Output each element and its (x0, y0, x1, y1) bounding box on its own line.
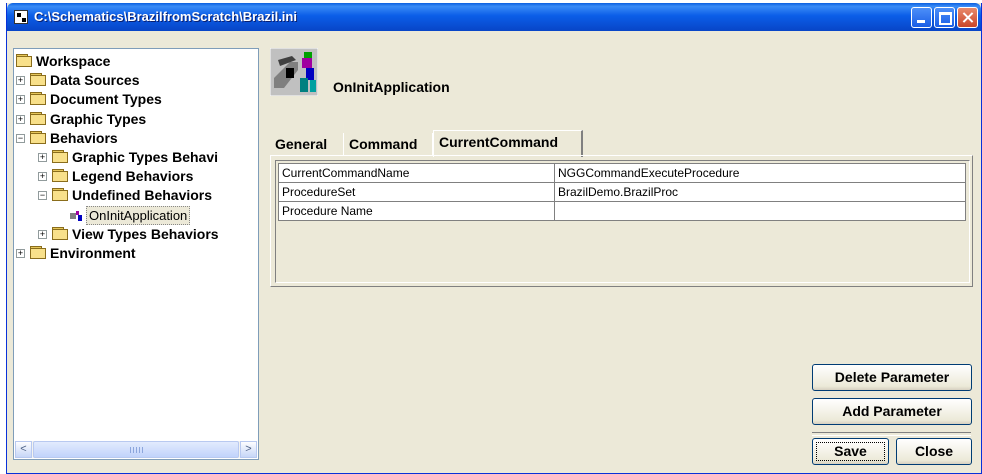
tree-node[interactable]: + Graphic Types Behavi (14, 148, 258, 167)
open-folder-icon (30, 130, 46, 144)
save-button[interactable]: Save (812, 438, 889, 465)
tree-node-label: Behaviors (50, 129, 118, 146)
tree-node[interactable]: OnInitApplication (14, 205, 258, 225)
object-name: OnInitApplication (333, 79, 450, 95)
expand-icon[interactable]: + (38, 172, 47, 182)
property-value-field[interactable]: NGGCommandExecuteProcedure (554, 163, 966, 183)
tab-command[interactable]: Command (344, 133, 433, 156)
current-command-panel: CurrentCommandName NGGCommandExecuteProce… (270, 155, 973, 287)
tree-node[interactable]: + Data Sources (14, 71, 258, 90)
maximize-button[interactable] (934, 7, 955, 28)
property-value-field[interactable] (554, 201, 966, 221)
minimize-button[interactable] (911, 7, 932, 28)
collapse-icon[interactable]: − (38, 191, 47, 201)
property-key: ProcedureSet (278, 182, 555, 202)
window-title: C:\Schematics\BrazilfromScratch\Brazil.i… (34, 9, 297, 24)
scroll-thumb[interactable] (33, 441, 239, 458)
tree-node[interactable]: + Legend Behaviors (14, 167, 258, 186)
scroll-grip (130, 447, 144, 453)
behavior-icon (70, 209, 84, 221)
property-table: CurrentCommandName NGGCommandExecuteProce… (278, 163, 966, 221)
tree-node-label: View Types Behaviors (72, 225, 219, 242)
expand-icon[interactable]: + (16, 114, 25, 124)
tree-node-label: Workspace (36, 53, 111, 69)
tree-node-label: Legend Behaviors (72, 168, 194, 185)
tree-node[interactable]: Workspace (14, 52, 258, 71)
tree-node[interactable]: − Behaviors (14, 129, 258, 148)
tab-general[interactable]: General (270, 133, 344, 156)
tree-node-label: Graphic Types Behavi (72, 149, 219, 165)
tree-node[interactable]: + View Types Behaviors (14, 225, 258, 244)
button-separator (812, 432, 971, 436)
expand-icon[interactable]: + (38, 153, 47, 162)
workspace-tree[interactable]: Workspace + Data Sources + Document Types + Gr… (13, 48, 259, 460)
folder-icon (52, 169, 68, 183)
folder-icon (30, 92, 46, 106)
expand-icon[interactable]: + (38, 229, 47, 239)
folder-icon (52, 150, 68, 163)
collapse-icon[interactable]: − (16, 133, 25, 143)
close-window-button[interactable] (957, 7, 978, 28)
tree-node-label: OnInitApplication (86, 205, 191, 225)
tree-node-label: Environment (50, 245, 136, 261)
tab-currentcommand[interactable]: CurrentCommand (433, 130, 583, 157)
expand-icon[interactable]: + (16, 76, 25, 86)
scroll-left-button[interactable]: < (15, 441, 32, 458)
close-button[interactable]: Close (896, 438, 972, 465)
folder-icon (30, 73, 46, 87)
property-value-field[interactable]: BrazilDemo.BrazilProc (554, 182, 966, 202)
tree-node[interactable]: + Environment (14, 244, 258, 263)
horizontal-scrollbar[interactable]: < > (15, 441, 257, 458)
property-row[interactable]: CurrentCommandName NGGCommandExecuteProce… (278, 163, 966, 183)
tree-node[interactable]: − Undefined Behaviors (14, 186, 258, 205)
property-grid: CurrentCommandName NGGCommandExecuteProce… (275, 160, 970, 283)
app-icon (14, 10, 28, 24)
behavior-object-icon (270, 48, 318, 96)
property-row[interactable]: Procedure Name (278, 201, 966, 221)
open-folder-icon (52, 188, 68, 202)
tree-node[interactable]: + Graphic Types (14, 110, 258, 129)
property-key: CurrentCommandName (278, 163, 555, 183)
property-row[interactable]: ProcedureSet BrazilDemo.BrazilProc (278, 182, 966, 202)
expand-icon[interactable]: + (16, 95, 25, 105)
folder-icon (30, 246, 46, 259)
open-folder-icon (16, 54, 32, 67)
folder-icon (30, 111, 46, 125)
tree-node[interactable]: + Document Types (14, 90, 258, 109)
add-parameter-button[interactable]: Add Parameter (812, 398, 972, 425)
expand-icon[interactable]: + (16, 249, 25, 258)
delete-parameter-button[interactable]: Delete Parameter (812, 364, 972, 391)
tree-node-label: Data Sources (50, 72, 140, 89)
tree-node-label: Undefined Behaviors (72, 187, 213, 204)
scroll-right-button[interactable]: > (240, 441, 257, 458)
property-key: Procedure Name (278, 201, 555, 221)
title-bar[interactable]: C:\Schematics\BrazilfromScratch\Brazil.i… (7, 3, 981, 31)
tree-node-label: Document Types (50, 91, 162, 108)
tree-node-label: Graphic Types (50, 110, 147, 127)
folder-icon (52, 226, 68, 240)
